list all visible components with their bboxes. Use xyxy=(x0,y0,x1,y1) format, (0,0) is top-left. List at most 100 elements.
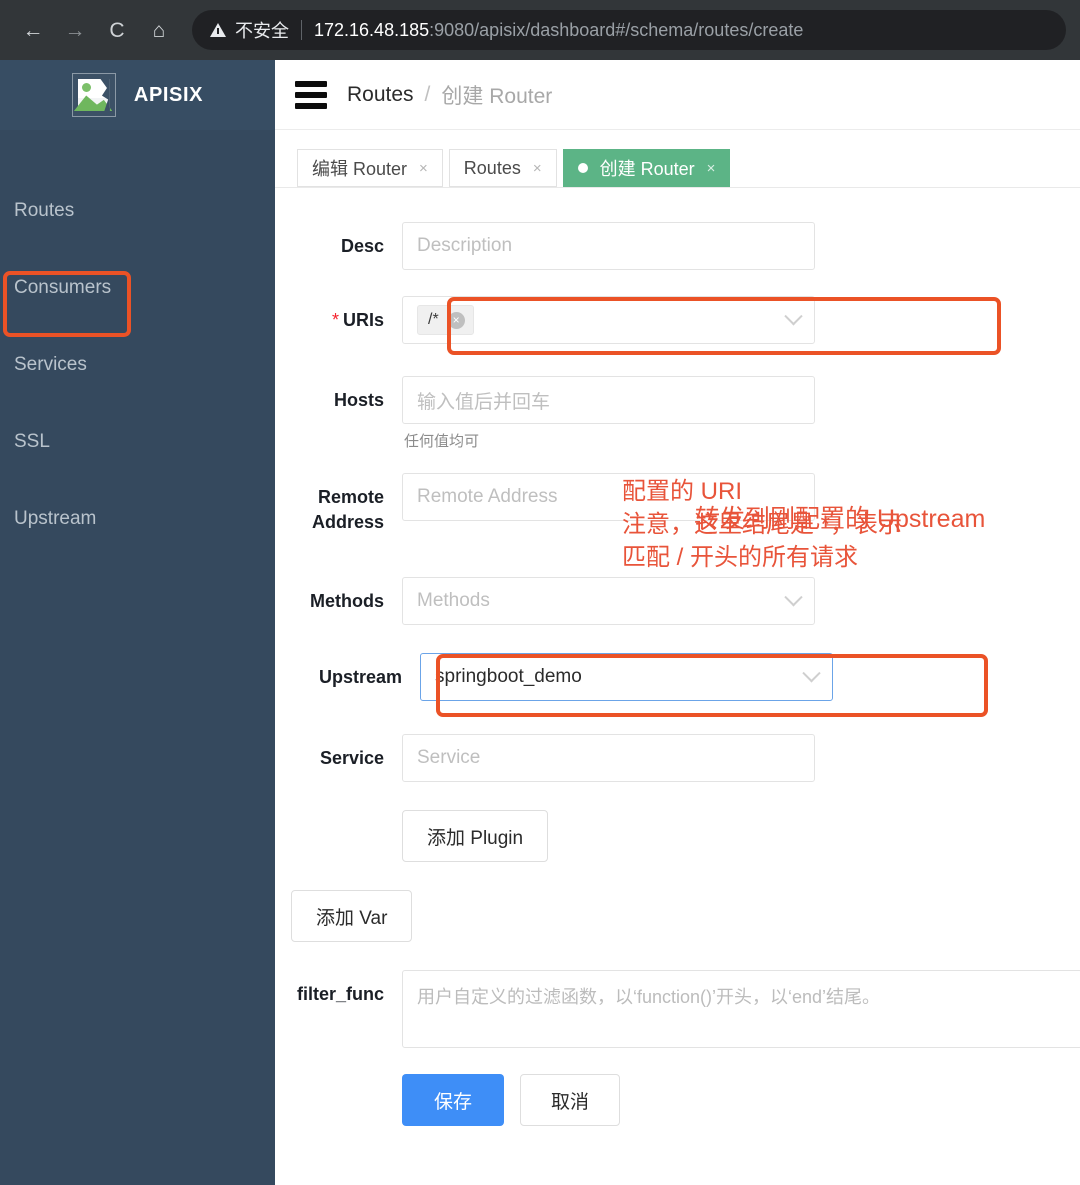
route-create-form: Desc Description * URIs /* × Hosts 输入值后并… xyxy=(275,188,1080,1126)
sidebar-item-consumers[interactable]: Consumers xyxy=(0,249,275,326)
filter-func-textarea[interactable]: 用户自定义的过滤函数，以‘function()’开头，以‘end’结尾。 xyxy=(402,970,1080,1048)
chevron-down-icon[interactable] xyxy=(802,663,821,682)
form-row-actions: 保存 取消 xyxy=(275,1074,1080,1126)
add-plugin-wrap: 添加 Plugin xyxy=(402,810,549,862)
tab-strip: 编辑 Router × Routes × 创建 Router × xyxy=(275,130,1080,188)
uris-label-text: URIs xyxy=(342,310,384,330)
brand-name: APISIX xyxy=(133,83,204,106)
filter-func-wrap: 用户自定义的过滤函数，以‘function()’开头，以‘end’结尾。 xyxy=(402,970,1080,1048)
app-shell: APISIX Routes Consumers Services SSL Ups… xyxy=(0,60,1080,1185)
hosts-label: Hosts xyxy=(333,390,384,410)
hamburger-bar-3 xyxy=(295,102,327,109)
uri-tag[interactable]: /* × xyxy=(417,305,474,335)
sidebar-item-routes[interactable]: Routes xyxy=(0,172,275,249)
form-row-upstream: Upstream springboot_demo xyxy=(275,653,1080,717)
active-dot-icon xyxy=(577,163,588,173)
sidebar: APISIX Routes Consumers Services SSL Ups… xyxy=(0,60,275,1185)
uris-select[interactable]: /* × xyxy=(402,296,815,344)
methods-select[interactable]: Methods xyxy=(402,577,815,625)
close-icon[interactable]: × xyxy=(533,160,542,177)
url-text: 172.16.48.185:9080/apisix/dashboard#/sch… xyxy=(314,20,803,41)
url-path: :9080/apisix/dashboard#/schema/routes/cr… xyxy=(429,19,804,40)
chevron-down-icon[interactable] xyxy=(784,306,803,325)
address-bar[interactable]: 不安全 172.16.48.185:9080/apisix/dashboard#… xyxy=(192,10,1066,50)
close-icon[interactable]: × xyxy=(419,160,428,177)
remote-address-field-wrap: Remote Address xyxy=(402,473,815,521)
methods-label: Methods xyxy=(310,591,384,611)
remote-address-label-line2: Address xyxy=(311,512,384,532)
forward-icon[interactable]: → xyxy=(56,11,94,49)
add-var-button[interactable]: 添加 Var xyxy=(291,890,413,942)
sidebar-item-upstream[interactable]: Upstream xyxy=(0,480,275,557)
broken-image-glyph xyxy=(73,79,113,111)
tab-label: 创建 Router xyxy=(599,159,695,179)
add-plugin-button[interactable]: 添加 Plugin xyxy=(402,810,549,862)
required-mark: * xyxy=(331,310,339,330)
upstream-select[interactable]: springboot_demo xyxy=(420,653,833,701)
remote-address-label-line1: Remote xyxy=(317,487,384,507)
sidebar-item-services[interactable]: Services xyxy=(0,326,275,403)
hosts-input[interactable]: 输入值后并回车 xyxy=(402,376,815,424)
save-button[interactable]: 保存 xyxy=(402,1074,505,1126)
omnibox-divider xyxy=(301,20,302,40)
home-icon[interactable]: ⌂ xyxy=(140,11,178,49)
form-row-add-plugin: 添加 Plugin xyxy=(275,810,1080,862)
tab-label: 编辑 Router xyxy=(312,159,408,179)
security-label: 不安全 xyxy=(235,21,289,41)
upstream-value: springboot_demo xyxy=(435,666,582,687)
form-actions: 保存 取消 xyxy=(402,1074,621,1126)
filter-func-label: filter_func xyxy=(296,984,384,1004)
hosts-helper-text: 任何值均可 xyxy=(404,433,480,450)
back-icon[interactable]: ← xyxy=(14,11,52,49)
url-host: 172.16.48.185 xyxy=(314,19,430,40)
upstream-field-wrap: springboot_demo xyxy=(420,653,988,717)
hamburger-icon[interactable] xyxy=(295,80,327,109)
tab-edit-router[interactable]: 编辑 Router × xyxy=(297,149,443,187)
close-icon[interactable]: × xyxy=(447,311,465,329)
form-row-desc: Desc Description xyxy=(275,222,1080,270)
form-row-uris: * URIs /* × xyxy=(275,296,1080,355)
tab-label: Routes xyxy=(463,157,521,178)
cancel-button[interactable]: 取消 xyxy=(520,1074,621,1126)
upstream-label: Upstream xyxy=(318,667,402,687)
reload-icon[interactable]: C xyxy=(98,11,136,49)
breadcrumb-root[interactable]: Routes xyxy=(347,83,414,107)
form-row-service: Service Service xyxy=(275,734,1080,782)
form-row-hosts: Hosts 输入值后并回车 任何值均可 xyxy=(275,376,1080,451)
sidebar-item-ssl[interactable]: SSL xyxy=(0,403,275,480)
remote-address-input[interactable]: Remote Address xyxy=(402,473,815,521)
uris-field-wrap: /* × xyxy=(402,296,1001,355)
form-row-filter-func: filter_func 用户自定义的过滤函数，以‘function()’开头，以… xyxy=(275,970,1080,1048)
methods-field-wrap: Methods xyxy=(402,577,815,625)
remote-address-label: Remote Address xyxy=(275,473,402,535)
sidebar-nav: Routes Consumers Services SSL Upstream xyxy=(0,130,275,557)
browser-toolbar: ← → C ⌂ 不安全 172.16.48.185:9080/apisix/da… xyxy=(0,0,1080,60)
uris-label: * URIs xyxy=(275,296,402,344)
chevron-down-icon[interactable] xyxy=(784,587,803,606)
tab-routes[interactable]: Routes × xyxy=(448,149,557,187)
form-row-add-var: 添加 Var xyxy=(275,890,1080,942)
page-header: Routes / 创建 Router xyxy=(275,60,1080,130)
breadcrumb: Routes / 创建 Router xyxy=(347,80,552,110)
hamburger-bar-1 xyxy=(295,80,327,87)
service-input[interactable]: Service xyxy=(402,734,815,782)
desc-input[interactable]: Description xyxy=(402,222,815,270)
broken-image-icon xyxy=(71,73,116,117)
hosts-field-wrap: 输入值后并回车 任何值均可 xyxy=(402,376,815,451)
breadcrumb-current: 创建 Router xyxy=(441,84,553,108)
main-content: Routes / 创建 Router 编辑 Router × Routes × … xyxy=(275,60,1080,1185)
methods-placeholder: Methods xyxy=(417,590,490,611)
service-label: Service xyxy=(319,748,384,768)
brand-header[interactable]: APISIX xyxy=(0,60,275,130)
form-row-methods: Methods Methods xyxy=(275,577,1080,625)
add-var-wrap: 添加 Var xyxy=(291,890,413,942)
desc-field-wrap: Description xyxy=(402,222,815,270)
tab-create-router[interactable]: 创建 Router × xyxy=(562,149,731,187)
not-secure-warning-icon xyxy=(210,23,226,37)
hamburger-bar-2 xyxy=(295,91,327,98)
breadcrumb-separator: / xyxy=(424,82,431,106)
desc-label: Desc xyxy=(340,236,384,256)
service-field-wrap: Service xyxy=(402,734,815,782)
close-icon[interactable]: × xyxy=(707,160,716,177)
form-row-remote-address: Remote Address Remote Address xyxy=(275,473,1080,535)
